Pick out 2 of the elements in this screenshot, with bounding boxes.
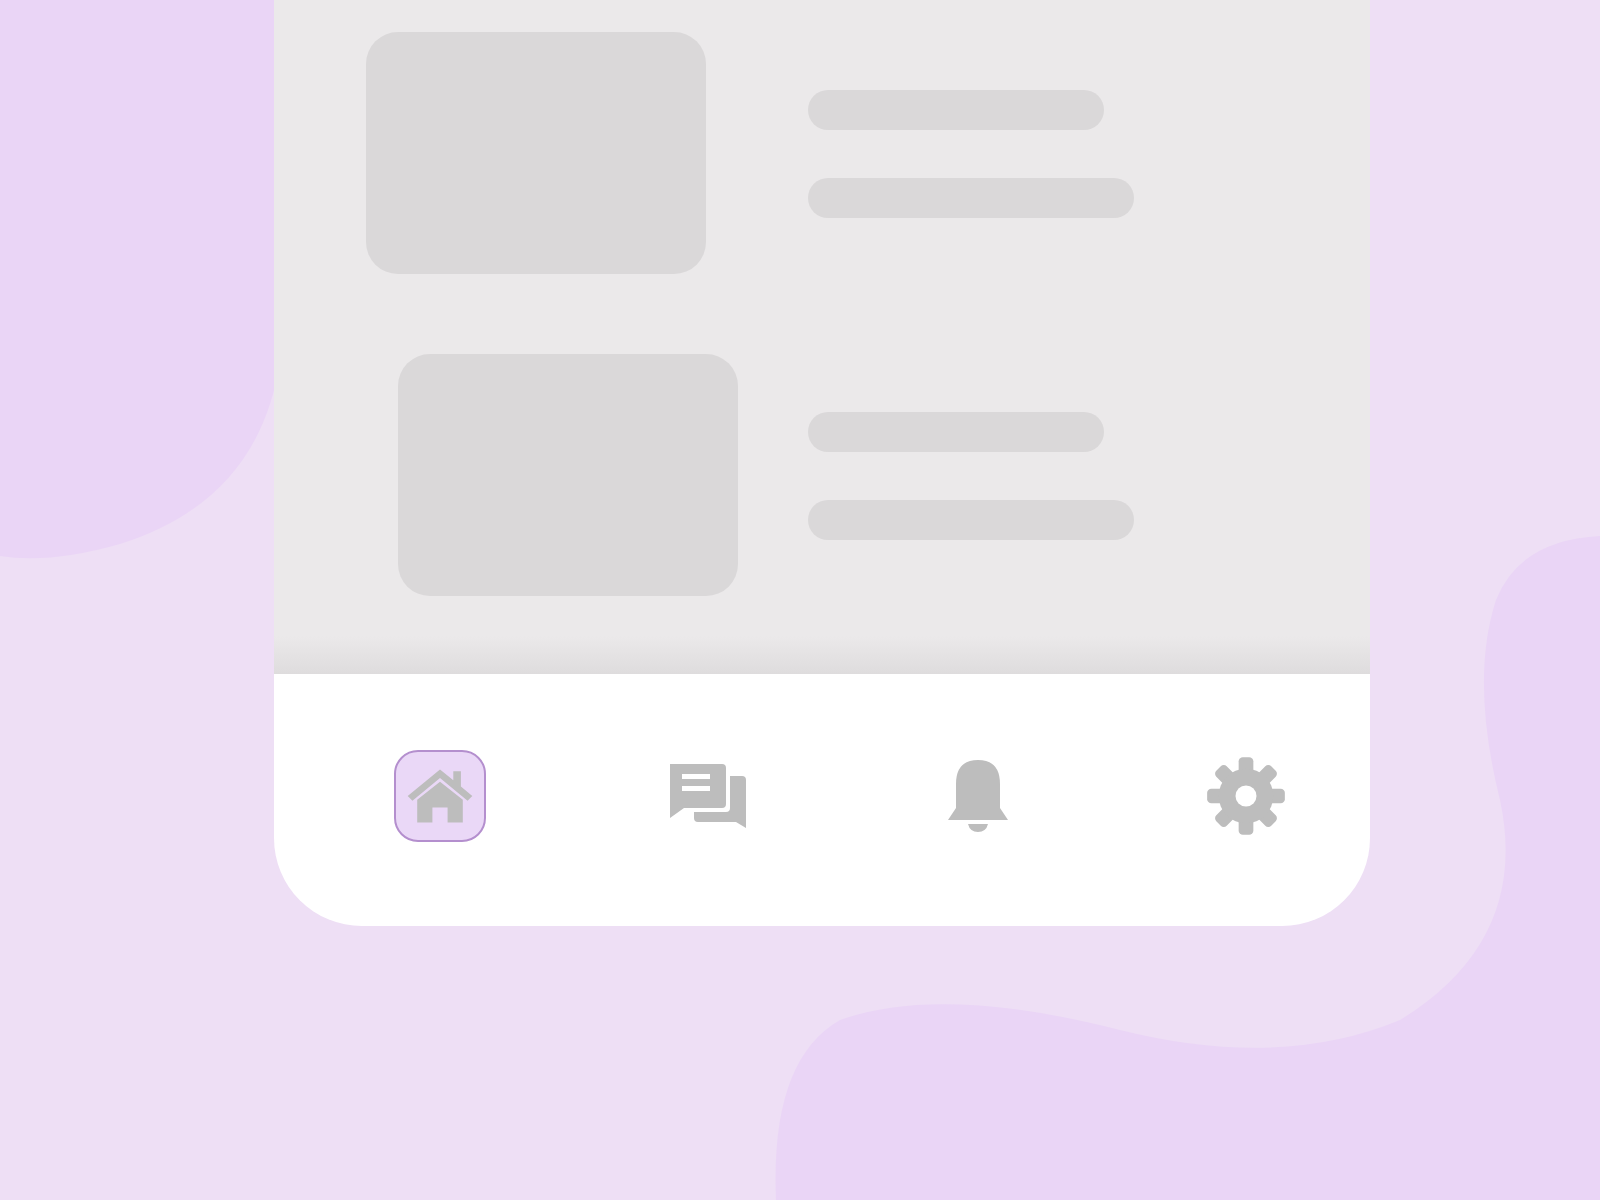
settings-icon	[1203, 754, 1288, 838]
nav-tab[interactable]	[394, 750, 486, 842]
